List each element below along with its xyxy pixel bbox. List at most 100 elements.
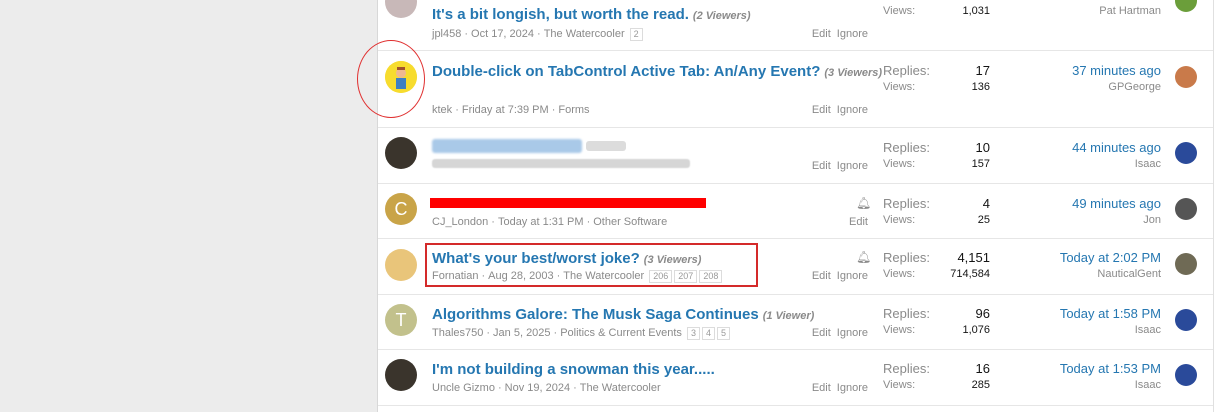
edit-link[interactable]: Edit	[849, 216, 868, 228]
edit-link[interactable]: Edit	[812, 327, 831, 339]
annotation-circle	[357, 40, 425, 118]
page-link[interactable]: 4	[701, 327, 715, 340]
row-actions: Edit Ignore	[806, 104, 868, 116]
thread-title-link[interactable]: It's a bit longish, but worth the read.(…	[432, 6, 751, 23]
ignore-link[interactable]: Ignore	[837, 327, 868, 339]
edit-link[interactable]: Edit	[812, 382, 831, 394]
replies-count: 17	[975, 63, 990, 78]
author-avatar[interactable]	[385, 0, 417, 18]
last-post-time-link[interactable]: 49 minutes ago	[1072, 196, 1161, 211]
views-label: Views:	[883, 324, 916, 336]
edit-link[interactable]: Edit	[812, 270, 831, 282]
author-link[interactable]: CJ_London	[432, 216, 488, 228]
avatar-letter: C	[394, 198, 408, 219]
last-poster-avatar[interactable]	[1175, 309, 1197, 331]
author-link[interactable]: Uncle Gizmo	[432, 382, 495, 394]
last-poster-avatar[interactable]	[1175, 364, 1197, 386]
bell-icon[interactable]: 🔔︎	[856, 196, 871, 210]
row-actions: Edit	[843, 216, 868, 228]
last-poster-link[interactable]: GPGeorge	[1108, 81, 1161, 93]
ignore-link[interactable]: Ignore	[837, 28, 868, 40]
last-poster-link[interactable]: Pat Hartman	[1099, 5, 1161, 17]
thread-title-link[interactable]: Double-click on TabControl Active Tab: A…	[432, 63, 882, 80]
author-avatar[interactable]	[385, 359, 417, 391]
views-count: 714,584	[950, 268, 990, 280]
row-actions: Edit Ignore	[806, 382, 868, 394]
author-link[interactable]: Thales750	[432, 327, 483, 339]
forum-link[interactable]: Politics & Current Events	[560, 327, 682, 339]
ignore-link[interactable]: Ignore	[837, 160, 868, 172]
blurred-title-extra	[586, 141, 626, 151]
views-label: Views:	[883, 158, 916, 170]
thread-date[interactable]: Today at 1:31 PM	[498, 216, 584, 228]
last-poster-link[interactable]: Isaac	[1135, 324, 1161, 336]
thread-date[interactable]: Jan 5, 2025	[493, 327, 551, 339]
thread-date[interactable]: Oct 17, 2024	[471, 28, 534, 40]
views-label: Views:	[883, 268, 916, 280]
views-label: Views:	[883, 214, 916, 226]
last-poster-avatar[interactable]	[1175, 142, 1197, 164]
last-poster-link[interactable]: Isaac	[1135, 158, 1161, 170]
views-count: 136	[971, 81, 990, 93]
last-poster-avatar[interactable]	[1175, 0, 1197, 12]
author-link[interactable]: ktek	[432, 104, 452, 116]
replies-label: Replies:	[883, 361, 930, 376]
forum-link[interactable]: The Watercooler	[544, 28, 625, 40]
views-label: Views:	[883, 5, 916, 17]
last-post-time-link[interactable]: 44 minutes ago	[1072, 140, 1161, 155]
views-label: Views:	[883, 379, 916, 391]
author-avatar[interactable]: C	[385, 193, 417, 225]
last-poster-avatar[interactable]	[1175, 253, 1197, 275]
thread-row: C CJ_London · Today at 1:31 PM · Other Softw…	[378, 184, 1213, 239]
author-avatar[interactable]	[385, 137, 417, 169]
forum-link[interactable]: Forms	[558, 104, 589, 116]
author-link[interactable]: jpl458	[432, 28, 461, 40]
last-poster-link[interactable]: NauticalGent	[1097, 268, 1161, 280]
author-avatar[interactable]: T	[385, 304, 417, 336]
thread-title-link[interactable]: I'm not building a snowman this year....…	[432, 361, 715, 378]
last-poster-avatar[interactable]	[1175, 66, 1197, 88]
ignore-link[interactable]: Ignore	[837, 382, 868, 394]
thread-row: I'm not building a snowman this year....…	[378, 350, 1213, 406]
last-poster-link[interactable]: Isaac	[1135, 379, 1161, 391]
last-poster-avatar[interactable]	[1175, 198, 1197, 220]
thread-date[interactable]: Friday at 7:39 PM	[462, 104, 549, 116]
thread-date[interactable]: Nov 19, 2024	[505, 382, 570, 394]
thread-meta: Thales750 · Jan 5, 2025 · Politics & Current…	[432, 327, 730, 340]
replies-count: 10	[975, 140, 990, 155]
last-poster-link[interactable]: Jon	[1143, 214, 1161, 226]
thread-meta: CJ_London · Today at 1:31 PM · Other Softwar…	[432, 216, 668, 228]
last-post-time-link[interactable]: Today at 1:58 PM	[1060, 306, 1161, 321]
last-post-time-link[interactable]: 37 minutes ago	[1072, 63, 1161, 78]
last-post-time-link[interactable]: Today at 1:53 PM	[1060, 361, 1161, 376]
edit-link[interactable]: Edit	[812, 104, 831, 116]
edit-link[interactable]: Edit	[812, 160, 831, 172]
thread-row: Edit Ignore Replies: 10 Views: 157 44 min…	[378, 128, 1213, 184]
views-count: 157	[971, 158, 990, 170]
ignore-link[interactable]: Ignore	[837, 270, 868, 282]
page-link[interactable]: 2	[629, 28, 643, 41]
bell-icon[interactable]: 🔔︎	[856, 250, 871, 264]
viewer-count: (3 Viewers)	[824, 67, 883, 79]
page-link[interactable]: 5	[716, 327, 730, 340]
blurred-meta	[432, 159, 690, 168]
annotation-rectangle	[425, 243, 758, 287]
last-post-time-link[interactable]: Today at 2:02 PM	[1060, 250, 1161, 265]
forum-link[interactable]: The Watercooler	[580, 382, 661, 394]
author-avatar[interactable]	[385, 249, 417, 281]
views-count: 285	[971, 379, 990, 391]
thread-title-link[interactable]: Algorithms Galore: The Musk Saga Continu…	[432, 306, 814, 323]
page-link[interactable]: 3	[686, 327, 700, 340]
viewer-count: (2 Viewers)	[692, 10, 751, 22]
thread-row: T Algorithms Galore: The Musk Saga Conti…	[378, 295, 1213, 350]
replies-count: 4,151	[957, 250, 990, 265]
edit-link[interactable]: Edit	[812, 28, 831, 40]
row-actions: Edit Ignore	[806, 160, 868, 172]
ignore-link[interactable]: Ignore	[837, 104, 868, 116]
viewer-count: (1 Viewer)	[762, 310, 815, 322]
blurred-title	[432, 139, 582, 153]
forum-link[interactable]: Other Software	[593, 216, 667, 228]
left-gutter	[0, 0, 378, 412]
right-sidebar-edge	[1213, 0, 1226, 412]
views-count: 1,076	[962, 324, 990, 336]
